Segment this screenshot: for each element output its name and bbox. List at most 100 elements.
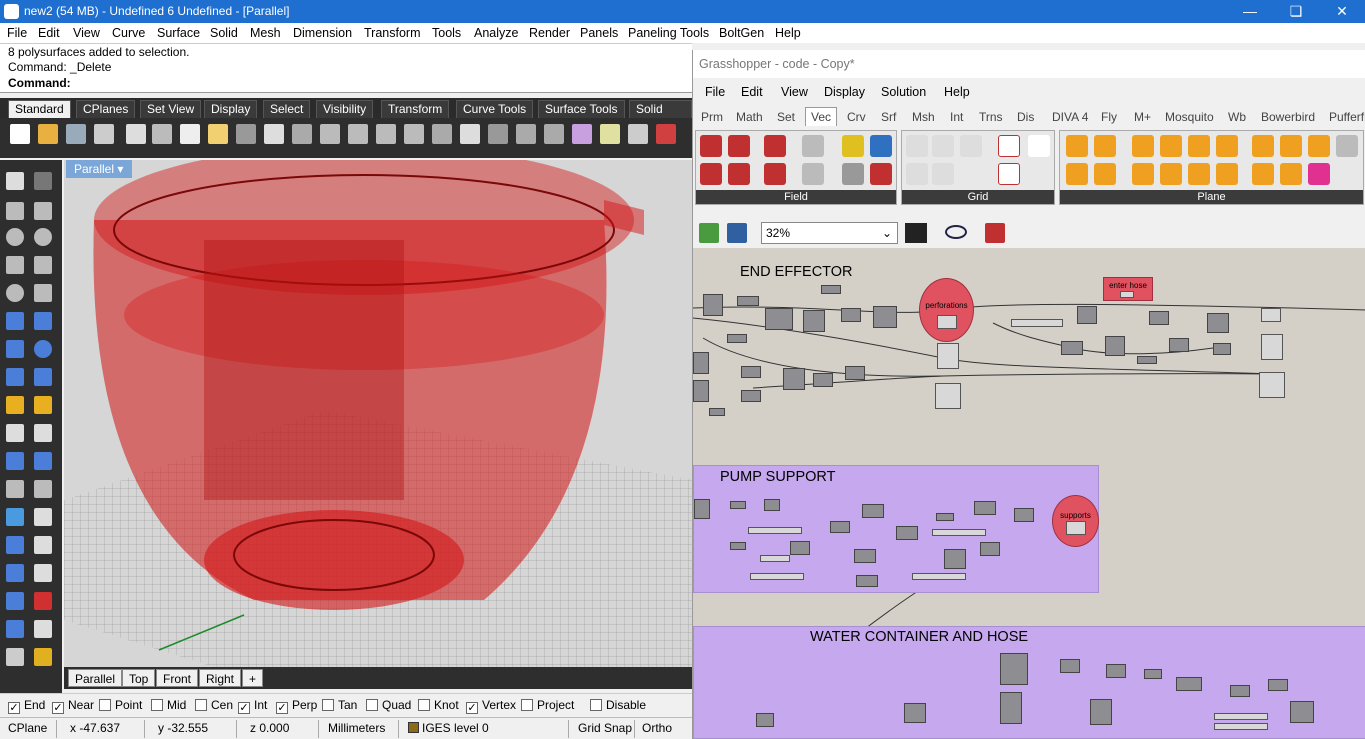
gh-component[interactable] xyxy=(1090,699,1112,725)
gh-component[interactable] xyxy=(790,541,810,555)
tab-select[interactable]: Select xyxy=(263,100,311,118)
plane-normal-icon[interactable] xyxy=(1188,135,1210,157)
gh-tab-m-plus[interactable]: M+ xyxy=(1134,110,1151,124)
gh-component[interactable] xyxy=(693,352,709,374)
gh-component[interactable] xyxy=(765,308,793,330)
offset-icon[interactable] xyxy=(6,480,24,498)
gh-canvas[interactable]: END EFFECTOR perforations enter hose PUM… xyxy=(693,248,1365,739)
plane-3pt-icon[interactable] xyxy=(1132,163,1154,185)
gh-slider[interactable] xyxy=(932,529,986,536)
four-view-icon[interactable] xyxy=(460,124,480,144)
gh-component[interactable] xyxy=(1106,664,1126,678)
gh-component[interactable] xyxy=(730,542,746,550)
gh-component[interactable] xyxy=(741,366,761,378)
gh-tab-srf[interactable]: Srf xyxy=(881,110,896,124)
render-mesh-icon[interactable] xyxy=(6,648,24,666)
tab-display[interactable]: Display xyxy=(204,100,258,118)
trim-icon[interactable] xyxy=(6,424,24,442)
plane-adjust-icon[interactable] xyxy=(1280,163,1302,185)
field-display-icon[interactable] xyxy=(842,135,864,157)
tab-cplanes[interactable]: CPlanes xyxy=(76,100,136,118)
extrude-icon[interactable] xyxy=(34,312,52,330)
open-icon[interactable] xyxy=(38,124,58,144)
zoom-icon[interactable] xyxy=(320,124,340,144)
field-point-icon[interactable] xyxy=(728,135,750,157)
gh-tab-trns[interactable]: Trns xyxy=(979,110,1003,124)
gh-tab-crv[interactable]: Crv xyxy=(847,110,866,124)
polygon-icon[interactable] xyxy=(34,256,52,274)
status-ortho[interactable]: Ortho xyxy=(638,721,676,735)
plane-coordinates-icon[interactable] xyxy=(1308,163,1330,185)
transform-icon[interactable] xyxy=(6,564,24,582)
select-icon[interactable] xyxy=(6,172,24,190)
gh-tab-pufferfish[interactable]: Pufferfis xyxy=(1329,110,1365,124)
field-merge-icon[interactable] xyxy=(764,163,786,185)
gh-component[interactable] xyxy=(1207,313,1229,333)
gh-component[interactable] xyxy=(974,501,996,515)
gh-component[interactable] xyxy=(1268,679,1288,691)
field-eval-icon[interactable] xyxy=(802,135,824,157)
gh-param[interactable] xyxy=(1120,291,1134,298)
field-vector-icon[interactable] xyxy=(700,163,722,185)
tab-surface-tools[interactable]: Surface Tools xyxy=(538,100,625,118)
layers-icon[interactable] xyxy=(6,592,24,610)
gh-component[interactable] xyxy=(727,334,747,343)
vtab-front[interactable]: Front xyxy=(156,669,199,687)
osnap-mid[interactable]: Mid xyxy=(151,698,186,712)
osnap-int[interactable]: ✓ Int xyxy=(238,698,267,714)
gh-tab-fly[interactable]: Fly xyxy=(1101,110,1117,124)
new-icon[interactable] xyxy=(10,124,30,144)
dimension-icon[interactable] xyxy=(34,508,52,526)
menu-boltgen[interactable]: BoltGen xyxy=(719,26,764,40)
menu-transform[interactable]: Transform xyxy=(364,26,421,40)
gh-component[interactable] xyxy=(1176,677,1202,691)
gh-slider[interactable] xyxy=(760,555,790,562)
gh-component[interactable] xyxy=(1060,659,1080,673)
plane-more-icon[interactable] xyxy=(1336,135,1358,157)
gh-tab-prm[interactable]: Prm xyxy=(701,110,723,124)
point-icon[interactable] xyxy=(34,172,52,190)
gh-param[interactable] xyxy=(1259,372,1285,398)
menu-analyze[interactable]: Analyze xyxy=(474,26,518,40)
plane-xy-comp-icon[interactable] xyxy=(1066,163,1088,185)
gh-component[interactable] xyxy=(1213,343,1231,355)
print-icon[interactable] xyxy=(94,124,114,144)
osnap-point[interactable]: Point xyxy=(99,698,142,712)
field-tensor-icon[interactable] xyxy=(802,163,824,185)
tab-set-view[interactable]: Set View xyxy=(140,100,202,118)
gh-component[interactable] xyxy=(1290,701,1314,723)
vtab-parallel[interactable]: Parallel xyxy=(68,669,123,687)
group-water-container[interactable]: WATER CONTAINER AND HOSE xyxy=(693,626,1365,739)
light-icon[interactable] xyxy=(600,124,620,144)
osnap-quad[interactable]: Quad xyxy=(366,698,411,712)
mesh-icon[interactable] xyxy=(34,368,52,386)
grid-rectangular-icon[interactable] xyxy=(906,163,928,185)
osnap-project[interactable]: Project xyxy=(521,698,574,712)
minimize-icon[interactable]: — xyxy=(1227,0,1273,23)
gh-slider[interactable] xyxy=(912,573,966,580)
array-icon[interactable] xyxy=(6,536,24,554)
plane-rotate-icon[interactable] xyxy=(1280,135,1302,157)
field-spin-icon[interactable] xyxy=(764,135,786,157)
field-direction-icon[interactable] xyxy=(870,135,892,157)
gh-component[interactable] xyxy=(896,526,918,540)
rotate-view-icon[interactable] xyxy=(292,124,312,144)
gh-tab-mosquito[interactable]: Mosquito xyxy=(1165,110,1214,124)
rendered-icon[interactable] xyxy=(544,124,564,144)
lock-icon[interactable] xyxy=(628,124,648,144)
gh-component[interactable] xyxy=(862,504,884,518)
gh-component[interactable] xyxy=(944,549,966,569)
gh-component[interactable] xyxy=(1000,653,1028,685)
close-icon[interactable]: ✕ xyxy=(1319,0,1365,23)
menu-surface[interactable]: Surface xyxy=(157,26,200,40)
gh-component[interactable] xyxy=(1230,685,1250,697)
gh-tab-vec[interactable]: Vec xyxy=(805,107,838,126)
zoom-selected-icon[interactable] xyxy=(404,124,424,144)
restore-icon[interactable]: ❏ xyxy=(1273,0,1319,23)
gh-component[interactable] xyxy=(873,306,897,328)
gh-menu-file[interactable]: File xyxy=(705,85,725,99)
mirror-icon[interactable] xyxy=(34,536,52,554)
save-icon[interactable] xyxy=(66,124,86,144)
plane-offset-icon[interactable] xyxy=(1216,135,1238,157)
gh-component[interactable] xyxy=(1149,311,1169,325)
